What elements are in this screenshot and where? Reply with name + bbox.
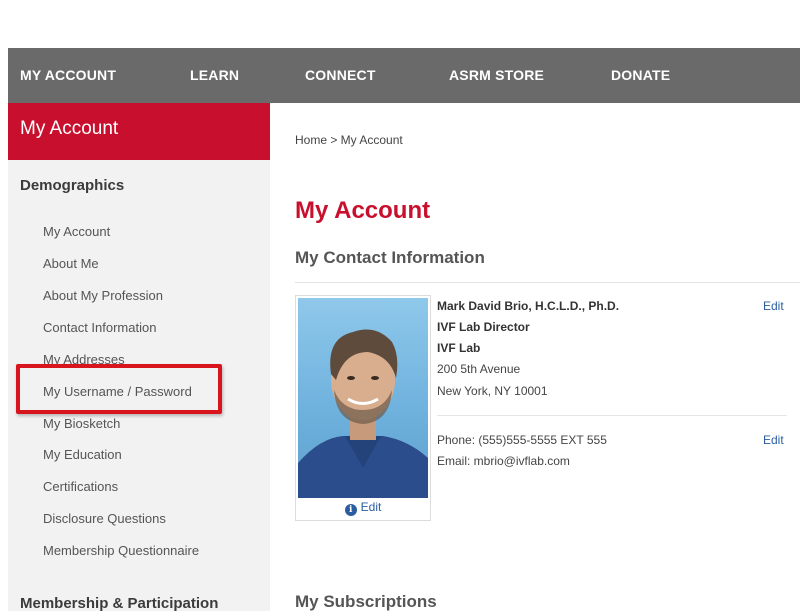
- nav-my-account[interactable]: MY ACCOUNT: [20, 48, 116, 103]
- top-band: [0, 0, 800, 48]
- contact-edit-link[interactable]: Edit: [763, 299, 784, 313]
- sidebar-item-contact-information[interactable]: Contact Information: [43, 320, 156, 335]
- profile-photo-card: i Edit: [295, 295, 431, 521]
- contact-divider: [437, 415, 787, 416]
- contact-address-line1: 200 5th Avenue: [437, 362, 521, 376]
- main-content: Home > My Account My Account My Contact …: [270, 103, 800, 611]
- breadcrumb[interactable]: Home > My Account: [295, 133, 403, 147]
- contact-address-line2: New York, NY 10001: [437, 384, 548, 398]
- sidebar-item-my-account[interactable]: My Account: [43, 224, 110, 239]
- sidebar-item-my-education[interactable]: My Education: [43, 447, 122, 462]
- photo-edit-label: Edit: [360, 500, 382, 514]
- main-nav: MY ACCOUNT LEARN CONNECT ASRM STORE DONA…: [8, 48, 800, 103]
- sidebar-item-membership-questionnaire[interactable]: Membership Questionnaire: [43, 543, 199, 558]
- sidebar-item-my-biosketch[interactable]: My Biosketch: [43, 416, 120, 431]
- sidebar-section-demographics: Demographics: [20, 177, 125, 194]
- nav-learn[interactable]: LEARN: [190, 48, 239, 103]
- sidebar-item-certifications[interactable]: Certifications: [43, 479, 118, 494]
- contact-job-title: IVF Lab Director: [437, 320, 530, 334]
- info-icon: i: [344, 504, 357, 516]
- profile-photo: [298, 298, 428, 498]
- page-title: My Account: [295, 197, 431, 224]
- contact-email: Email: mbrio@ivflab.com: [437, 454, 570, 468]
- nav-connect[interactable]: CONNECT: [305, 48, 376, 103]
- sidebar-item-about-me[interactable]: About Me: [43, 256, 99, 271]
- sidebar-item-disclosure-questions[interactable]: Disclosure Questions: [43, 511, 166, 526]
- sidebar-section-membership-participation: Membership & Participation: [20, 595, 219, 612]
- nav-donate[interactable]: DONATE: [611, 48, 670, 103]
- sidebar-item-about-my-profession[interactable]: About My Profession: [43, 288, 163, 303]
- contact-info-heading: My Contact Information: [295, 248, 485, 267]
- photo-edit-link[interactable]: i Edit: [296, 500, 430, 516]
- contact-phone: Phone: (555)555-5555 EXT 555: [437, 433, 607, 447]
- contact-organization: IVF Lab: [437, 341, 481, 355]
- subscriptions-heading: My Subscriptions: [295, 592, 437, 611]
- nav-asrm-store[interactable]: ASRM STORE: [449, 48, 544, 103]
- highlight-annotation-box: [16, 364, 222, 414]
- contact-name: Mark David Brio, H.C.L.D., Ph.D.: [437, 299, 620, 313]
- profile-photo-illustration: [298, 329, 428, 498]
- sidebar: My Account Demographics My Account About…: [8, 103, 270, 612]
- sidebar-title: My Account: [8, 103, 270, 160]
- phone-email-edit-link[interactable]: Edit: [763, 433, 784, 447]
- section-divider: [295, 282, 800, 283]
